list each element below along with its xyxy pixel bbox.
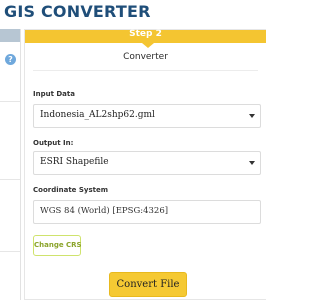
step-banner: Step 2 [25,29,266,43]
input-data-select[interactable]: Indonesia_AL2shp62.gml [33,104,261,128]
convert-file-button[interactable]: Convert File [109,272,187,297]
left-panel-header [0,29,20,42]
left-panel-divider [0,251,20,252]
input-data-label: Input Data [33,90,75,98]
left-panel: ? [0,29,21,300]
coordinate-system-value: WGS 84 (World) [EPSG:4326] [40,206,169,216]
output-format-select[interactable]: ESRI Shapefile [33,151,261,175]
change-crs-button[interactable]: Change CRS [33,235,82,256]
coordinate-system-field[interactable]: WGS 84 (World) [EPSG:4326] [33,200,261,224]
panel-title: Converter [123,52,168,62]
converter-panel: Step 2 Converter Input Data Indonesia_AL… [24,29,266,300]
chevron-down-icon [249,114,255,118]
left-panel-divider [0,179,20,180]
output-format-value: ESRI Shapefile [40,157,109,167]
input-data-value: Indonesia_AL2shp62.gml [40,110,155,120]
coordinate-system-label: Coordinate System [33,186,109,194]
output-in-label: Output In: [33,139,74,147]
left-panel-divider [0,101,20,102]
app-title: GIS CONVERTER [4,2,151,21]
chevron-down-icon [249,161,255,165]
question-circle-icon[interactable]: ? [5,54,16,65]
step-label: Step 2 [129,29,162,39]
step-arrow-icon [142,43,154,48]
divider [33,70,258,71]
